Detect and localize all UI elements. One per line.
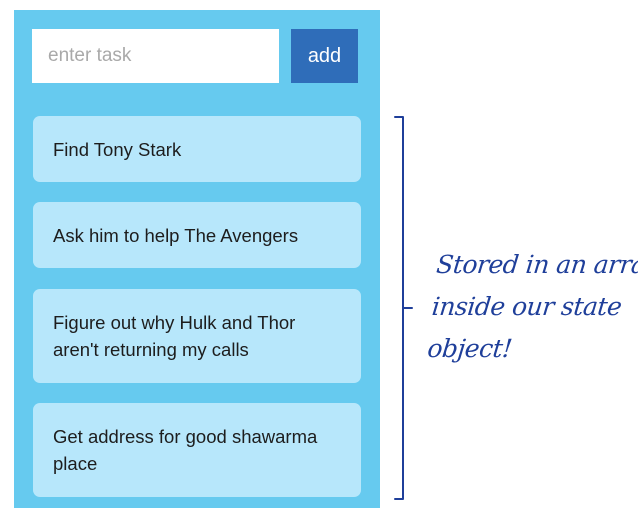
annotation-line: inside our state (430, 292, 623, 321)
annotation-line: Stored in an array (434, 250, 638, 279)
bracket-annotation (394, 116, 413, 500)
screenshot-stage: add Find Tony Stark Ask him to help The … (0, 0, 638, 513)
task-label: Figure out why Hulk and Thor aren't retu… (53, 312, 296, 360)
task-item[interactable]: Find Tony Stark (33, 116, 361, 182)
task-label: Find Tony Stark (53, 138, 182, 160)
handwritten-annotation: Stored in an array inside our state obje… (425, 244, 638, 370)
annotation-line: object! (426, 334, 514, 363)
task-label: Get address for good shawarma place (53, 426, 318, 474)
todo-app-panel: add Find Tony Stark Ask him to help The … (14, 10, 380, 508)
task-label: Ask him to help The Avengers (53, 224, 299, 246)
task-item[interactable]: Ask him to help The Avengers (33, 202, 361, 268)
task-item[interactable]: Get address for good shawarma place (33, 403, 361, 497)
task-item[interactable]: Figure out why Hulk and Thor aren't retu… (33, 289, 361, 383)
task-input[interactable] (32, 29, 279, 83)
add-button[interactable]: add (291, 29, 358, 83)
